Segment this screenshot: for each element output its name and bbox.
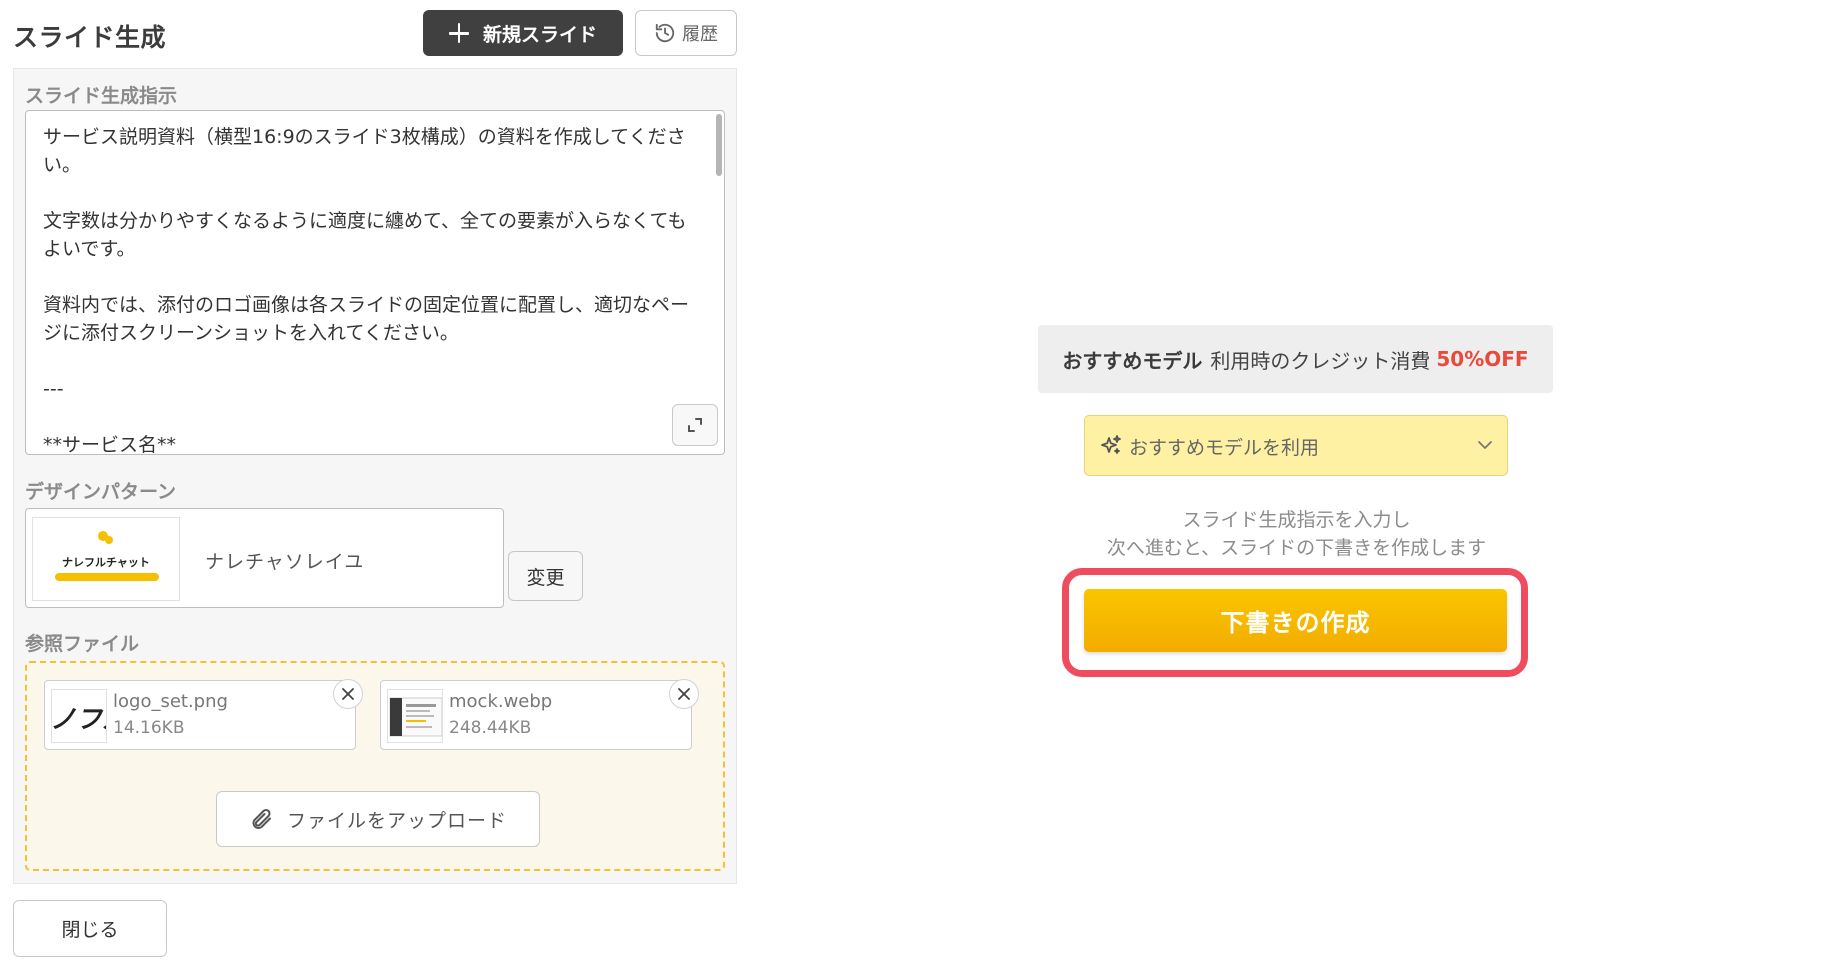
hint-line-1: スライド生成指示を入力し [1182,509,1411,531]
model-select[interactable]: おすすめモデルを利用 [1084,415,1508,476]
reference-files-label: 参照ファイル [25,633,140,655]
file-size: 248.44KB [449,718,532,738]
design-pattern-box[interactable]: ナレフルチャット ナレチャソレイユ [25,508,504,608]
change-design-button[interactable]: 変更 [508,551,583,601]
close-icon [678,688,690,700]
design-thumbnail-graphic: ナレフルチャット [55,531,159,581]
file-name: logo_set.png [113,691,228,712]
file-card: ノフル logo_set.png 14.16KB [44,679,363,750]
upload-file-button[interactable]: ファイルをアップロード [216,791,540,847]
file-card: mock.webp 248.44KB [380,679,699,750]
history-label: 履歴 [682,24,718,45]
design-thumbnail: ナレフルチャット [32,517,180,601]
history-button[interactable]: 履歴 [635,10,737,56]
plus-icon [448,23,469,43]
logo-thumbnail-graphic: ノフル [52,705,107,735]
model-select-value: おすすめモデルを利用 [1129,437,1320,459]
slide-generator-app: スライド生成 新規スライド 履歴 スライド生成指示 サービス説明資料（横型16:… [0,0,1842,971]
create-draft-button[interactable]: 下書きの作成 [1084,589,1507,652]
promo-middle: 利用時のクレジット消費 [1210,348,1431,373]
close-button[interactable]: 閉じる [13,900,167,957]
instructions-label: スライド生成指示 [25,85,178,107]
logo-thumbnail-text: ノフル [52,705,107,735]
remove-file-button[interactable] [669,679,699,709]
file-drop-zone[interactable]: ノフル logo_set.png 14.16KB [25,661,725,871]
promo-discount: 50%OFF [1436,347,1529,371]
textarea-scrollbar[interactable] [716,114,722,176]
file-thumbnail: ノフル [51,689,107,743]
expand-button[interactable] [672,404,718,446]
file-name: mock.webp [449,691,553,712]
close-icon [342,688,354,700]
design-thumbnail-caption: ナレフルチャット [62,556,150,569]
file-thumbnail [387,689,443,743]
chevron-down-icon [1478,441,1492,449]
paperclip-icon [252,808,271,829]
form-panel: スライド生成指示 サービス説明資料（横型16:9のスライド3枚構成）の資料を作成… [13,68,737,884]
remove-file-button[interactable] [333,679,363,709]
new-slide-button[interactable]: 新規スライド [423,10,623,56]
instruction-hint: スライド生成指示を入力し 次へ進むと、スライドの下書きを作成します [1000,506,1593,562]
new-slide-label: 新規スライド [482,23,597,46]
design-label: デザインパターン [25,481,177,503]
hint-line-2: 次へ進むと、スライドの下書きを作成します [1106,537,1487,559]
instructions-textarea[interactable]: サービス説明資料（横型16:9のスライド3枚構成）の資料を作成してください。 文… [25,110,725,455]
promo-strong: おすすめモデル [1062,348,1203,373]
instructions-text[interactable]: サービス説明資料（横型16:9のスライド3枚構成）の資料を作成してください。 文… [26,111,724,454]
mock-thumbnail-graphic [389,697,442,737]
upload-label: ファイルをアップロード [286,809,507,832]
file-size: 14.16KB [113,718,185,738]
history-icon [655,23,675,43]
design-name: ナレチャソレイユ [205,551,365,573]
expand-icon [688,418,702,432]
sparkle-icon [1101,435,1121,454]
promo-banner: おすすめモデル 利用時のクレジット消費 50%OFF [1038,325,1553,393]
page-title: スライド生成 [13,23,167,52]
